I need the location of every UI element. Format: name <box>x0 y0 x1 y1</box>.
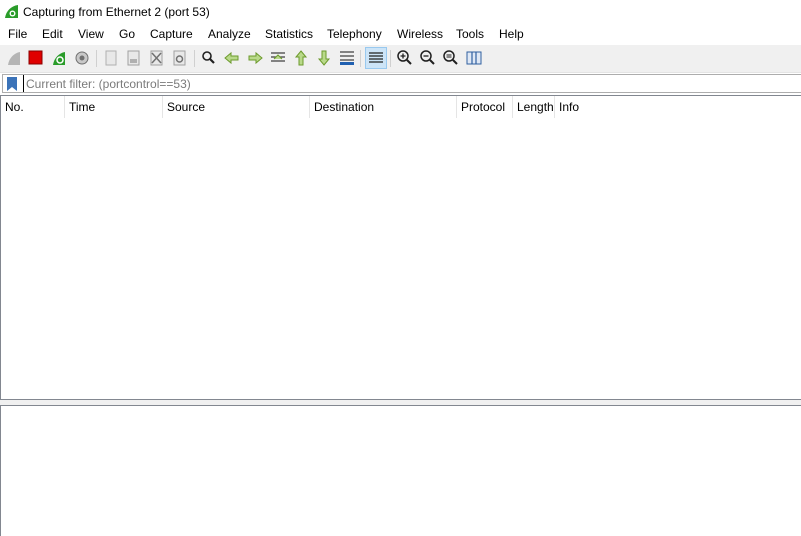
zoom-out-icon[interactable] <box>418 48 438 68</box>
go-back-icon[interactable] <box>222 48 242 68</box>
column-header-source[interactable]: Source <box>163 96 310 118</box>
go-last-icon[interactable] <box>314 48 334 68</box>
menu-go[interactable]: Go <box>119 27 135 41</box>
column-header-destination[interactable]: Destination <box>310 96 457 118</box>
zoom-in-icon[interactable] <box>395 48 415 68</box>
toolbar-separator <box>390 50 391 67</box>
menu-file[interactable]: File <box>8 27 27 41</box>
normal-size-icon[interactable] <box>441 48 461 68</box>
menu-wireless[interactable]: Wireless <box>397 27 443 41</box>
toolbar-separator <box>96 50 97 67</box>
display-filter-input[interactable] <box>23 75 786 92</box>
window-title: Capturing from Ethernet 2 (port 53) <box>23 5 210 19</box>
menu-capture[interactable]: Capture <box>150 27 193 41</box>
column-header-no[interactable]: No. <box>1 96 65 118</box>
menu-edit[interactable]: Edit <box>42 27 63 41</box>
menu-help[interactable]: Help <box>499 27 524 41</box>
restart-capture-icon[interactable] <box>49 48 69 68</box>
column-header-length[interactable]: Length <box>513 96 555 118</box>
go-to-packet-icon[interactable] <box>268 48 288 68</box>
column-header-info[interactable]: Info <box>555 96 801 118</box>
toolbar-separator <box>360 50 361 67</box>
menu-view[interactable]: View <box>78 27 104 41</box>
column-header-protocol[interactable]: Protocol <box>457 96 513 118</box>
open-file-icon[interactable] <box>101 48 121 68</box>
wireshark-fin-icon <box>5 5 18 18</box>
capture-options-icon[interactable] <box>72 48 92 68</box>
main-toolbar <box>0 45 801 73</box>
display-filter-bar <box>0 73 801 94</box>
stop-capture-icon[interactable] <box>26 48 46 68</box>
menu-tools[interactable]: Tools <box>456 27 484 41</box>
colorize-icon[interactable] <box>365 47 387 69</box>
column-header-time[interactable]: Time <box>65 96 163 118</box>
menu-telephony[interactable]: Telephony <box>327 27 382 41</box>
packet-details-pane[interactable] <box>0 405 801 536</box>
go-forward-icon[interactable] <box>245 48 265 68</box>
menu-bar: File Edit View Go Capture Analyze Statis… <box>0 24 801 45</box>
packet-list-pane[interactable]: No. Time Source Destination Protocol Len… <box>0 95 801 400</box>
menu-analyze[interactable]: Analyze <box>208 27 251 41</box>
start-capture-icon[interactable] <box>4 48 24 68</box>
autoscroll-icon[interactable] <box>337 48 357 68</box>
go-first-icon[interactable] <box>291 48 311 68</box>
title-bar: Capturing from Ethernet 2 (port 53) <box>0 0 801 24</box>
filter-box <box>2 74 801 93</box>
bookmark-icon[interactable] <box>6 77 18 91</box>
menu-statistics[interactable]: Statistics <box>265 27 313 41</box>
close-file-icon[interactable] <box>147 48 167 68</box>
reload-file-icon[interactable] <box>170 48 190 68</box>
find-packet-icon[interactable] <box>199 48 219 68</box>
resize-columns-icon[interactable] <box>464 48 484 68</box>
save-file-icon[interactable] <box>124 48 144 68</box>
toolbar-separator <box>194 50 195 67</box>
